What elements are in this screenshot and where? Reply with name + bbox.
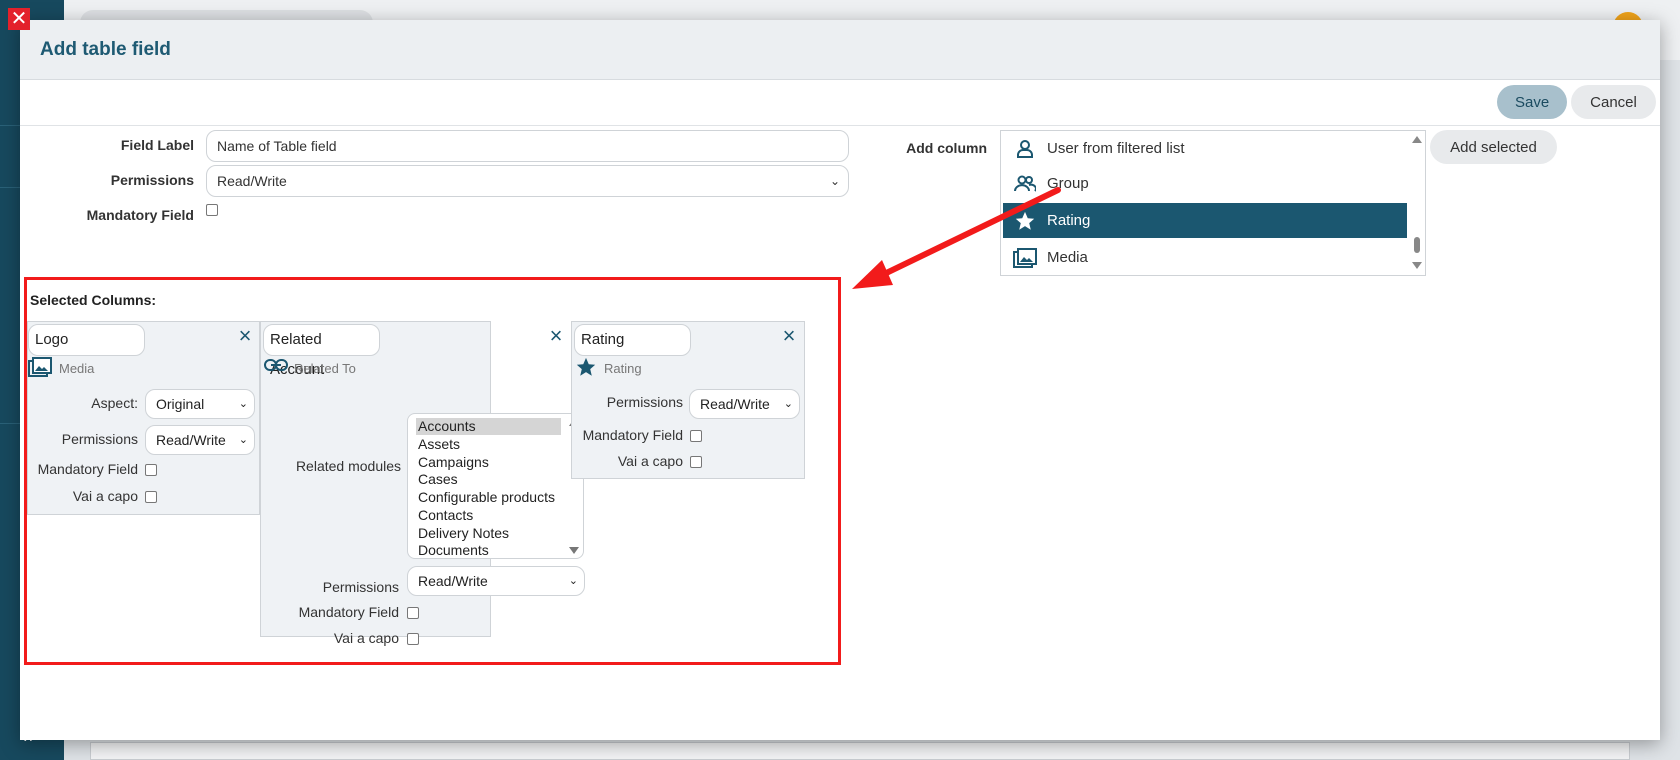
column-name-input[interactable]: Related Account bbox=[263, 324, 380, 378]
list-item[interactable]: Campaigns bbox=[416, 454, 561, 471]
add-selected-button[interactable]: Add selected bbox=[1430, 130, 1557, 164]
permissions-value: Read/Write bbox=[418, 573, 488, 589]
aspect-label: Aspect: bbox=[91, 395, 138, 411]
vai-a-capo-label: Vai a capo bbox=[617, 453, 683, 469]
mandatory-field-label: Mandatory Field bbox=[86, 207, 194, 223]
modal-toolbar: Save Cancel bbox=[1497, 85, 1656, 119]
permissions-select[interactable]: Read/Write ⌄ bbox=[689, 389, 800, 419]
aspect-select[interactable]: Original ⌄ bbox=[145, 389, 255, 419]
field-label-label: Field Label bbox=[120, 137, 194, 153]
vai-a-capo-checkbox[interactable] bbox=[407, 633, 419, 645]
list-item[interactable]: Accounts bbox=[416, 418, 561, 435]
listbox-scrollbar[interactable] bbox=[1409, 131, 1425, 275]
permissions-select[interactable]: Read/Write ⌄ bbox=[145, 425, 255, 455]
permissions-value: Read/Write bbox=[217, 173, 287, 189]
column-type-label: Rating bbox=[604, 361, 642, 376]
mandatory-field-checkbox[interactable] bbox=[407, 607, 419, 619]
save-button[interactable]: Save bbox=[1497, 85, 1567, 119]
permissions-label: Permissions bbox=[61, 431, 138, 447]
permissions-select[interactable]: Read/Write ⌄ bbox=[407, 566, 585, 596]
mandatory-field-label: Mandatory Field bbox=[298, 604, 399, 620]
vai-a-capo-label: Vai a capo bbox=[333, 630, 399, 646]
permissions-label: Permissions bbox=[606, 394, 683, 410]
selected-columns-title: Selected Columns: bbox=[30, 292, 157, 308]
user-icon bbox=[1003, 139, 1047, 159]
column-type-label: Media bbox=[59, 361, 95, 376]
list-item-group[interactable]: Group bbox=[1003, 166, 1407, 201]
field-label-input[interactable]: Name of Table field bbox=[206, 130, 849, 162]
star-icon bbox=[575, 356, 597, 383]
mandatory-field-label: Mandatory Field bbox=[37, 461, 138, 477]
mandatory-field-checkbox[interactable] bbox=[690, 430, 702, 442]
mandatory-field-label: Mandatory Field bbox=[582, 427, 683, 443]
list-item-label: Media bbox=[1047, 249, 1088, 266]
modal-title: Add table field bbox=[40, 39, 171, 60]
aspect-value: Original bbox=[156, 396, 205, 412]
media-icon bbox=[28, 357, 52, 382]
vai-a-capo-checkbox[interactable] bbox=[145, 491, 157, 503]
link-icon bbox=[264, 358, 288, 377]
remove-column-icon[interactable]: × bbox=[780, 325, 798, 347]
related-modules-listbox[interactable]: Accounts Assets Campaigns Cases Configur… bbox=[407, 413, 584, 559]
remove-column-icon[interactable]: × bbox=[547, 325, 565, 347]
chevron-down-icon: ⌄ bbox=[829, 174, 840, 188]
list-item[interactable]: Configurable products bbox=[416, 489, 561, 506]
column-name-input[interactable]: Logo bbox=[28, 324, 145, 356]
star-icon bbox=[1003, 210, 1047, 232]
list-item[interactable]: Assets bbox=[416, 436, 561, 453]
add-column-listbox[interactable]: User from filtered list Group Rating Med… bbox=[1000, 130, 1426, 276]
mandatory-field-checkbox[interactable] bbox=[145, 464, 157, 476]
app-background-panel bbox=[90, 742, 1630, 760]
add-table-field-modal: Add table field Save Cancel Field Label … bbox=[20, 20, 1660, 740]
list-item-media[interactable]: Media bbox=[1003, 240, 1407, 275]
list-item-rating[interactable]: Rating bbox=[1003, 203, 1407, 238]
close-icon[interactable]: ✕ bbox=[8, 8, 30, 30]
list-item-label: Rating bbox=[1047, 212, 1091, 229]
modal-header: Add table field bbox=[20, 20, 1660, 80]
permissions-label: Permissions bbox=[110, 172, 194, 188]
list-item-label: Group bbox=[1047, 175, 1089, 192]
chevron-down-icon: ⌄ bbox=[568, 575, 578, 587]
list-item-label: User from filtered list bbox=[1047, 140, 1185, 157]
add-column-label: Add column bbox=[906, 140, 987, 156]
toolbar-divider bbox=[20, 125, 1660, 126]
permissions-value: Read/Write bbox=[700, 396, 770, 412]
chevron-down-icon: ⌄ bbox=[238, 434, 248, 446]
chevron-down-icon: ⌄ bbox=[783, 398, 793, 410]
list-item[interactable]: Documents bbox=[416, 542, 561, 558]
list-item[interactable]: Cases bbox=[416, 471, 561, 488]
mandatory-field-checkbox[interactable] bbox=[206, 204, 218, 216]
remove-column-icon[interactable]: × bbox=[236, 325, 254, 347]
related-modules-label: Related modules bbox=[295, 458, 401, 474]
media-icon bbox=[1003, 247, 1047, 268]
permissions-value: Read/Write bbox=[156, 432, 226, 448]
list-item-user-from-filtered-list[interactable]: User from filtered list bbox=[1003, 131, 1407, 166]
vai-a-capo-checkbox[interactable] bbox=[690, 456, 702, 468]
cancel-button[interactable]: Cancel bbox=[1571, 85, 1656, 119]
vai-a-capo-label: Vai a capo bbox=[72, 488, 138, 504]
list-item[interactable]: Delivery Notes bbox=[416, 525, 561, 542]
column-name-input[interactable]: Rating bbox=[574, 324, 691, 356]
permissions-label: Permissions bbox=[322, 579, 399, 595]
group-icon bbox=[1003, 174, 1047, 194]
permissions-select[interactable]: Read/Write ⌄ bbox=[206, 165, 849, 197]
list-item[interactable]: Contacts bbox=[416, 507, 561, 524]
chevron-down-icon: ⌄ bbox=[238, 398, 248, 410]
column-type-label: Related To bbox=[294, 361, 356, 376]
